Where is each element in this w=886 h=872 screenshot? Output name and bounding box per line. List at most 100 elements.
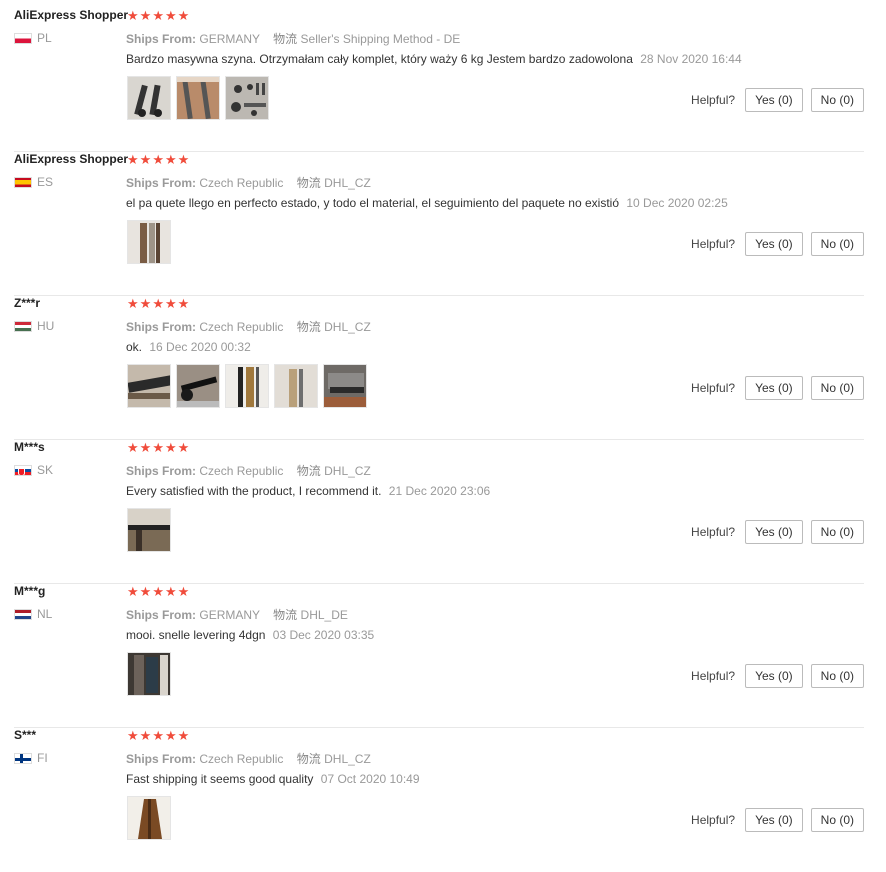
shipping-info: Ships From: Czech Republic 物流 DHL_CZ xyxy=(126,462,371,479)
review-photos xyxy=(127,652,171,696)
review-photo[interactable] xyxy=(127,508,171,552)
helpful-no-button[interactable]: No (0) xyxy=(810,520,864,544)
helpful-no-button[interactable]: No (0) xyxy=(810,664,864,688)
shipping-info: Ships From: Czech Republic 物流 DHL_CZ xyxy=(126,174,371,191)
helpful-label: Helpful? xyxy=(691,669,736,683)
reviewer-country: SK xyxy=(14,463,53,477)
helpful-vote: Helpful? Yes (0) No (0) xyxy=(691,376,864,400)
star-icon: ★ xyxy=(139,440,152,455)
star-icon: ★ xyxy=(152,8,164,23)
star-icon: ★ xyxy=(139,584,152,599)
flag-es-icon xyxy=(14,176,32,188)
review-photo[interactable] xyxy=(127,220,171,264)
helpful-vote: Helpful? Yes (0) No (0) xyxy=(691,664,864,688)
ships-from-label: Ships From: xyxy=(126,320,197,334)
ships-from-label: Ships From: xyxy=(126,32,197,46)
helpful-yes-button[interactable]: Yes (0) xyxy=(745,232,803,256)
review-date: 03 Dec 2020 03:35 xyxy=(272,628,375,642)
star-icon: ★ xyxy=(164,584,177,599)
star-icon: ★ xyxy=(177,440,190,455)
flag-pl-icon xyxy=(14,32,32,44)
review-comment: mooi. snelle levering 4dgn 03 Dec 2020 0… xyxy=(126,628,374,642)
ships-from-label: Ships From: xyxy=(126,176,197,190)
helpful-yes-button[interactable]: Yes (0) xyxy=(745,808,803,832)
logistics-value: Seller's Shipping Method - DE xyxy=(300,32,461,46)
review-photo[interactable] xyxy=(176,76,220,120)
ships-from-label: Ships From: xyxy=(126,608,197,622)
star-icon: ★ xyxy=(152,440,164,455)
helpful-yes-button[interactable]: Yes (0) xyxy=(745,520,803,544)
helpful-label: Helpful? xyxy=(691,381,736,395)
review-photo[interactable] xyxy=(127,76,171,120)
helpful-vote: Helpful? Yes (0) No (0) xyxy=(691,520,864,544)
star-icon: ★ xyxy=(127,440,139,455)
logistics-label: 物流 xyxy=(273,32,298,46)
comment-text: ok. xyxy=(126,340,143,354)
review-date: 07 Oct 2020 10:49 xyxy=(320,772,420,786)
review-photos xyxy=(127,364,367,408)
helpful-yes-button[interactable]: Yes (0) xyxy=(745,376,803,400)
reviewer-country: FI xyxy=(14,751,48,765)
logistics-label: 物流 xyxy=(273,608,298,622)
logistics-label: 物流 xyxy=(296,320,321,334)
helpful-vote: Helpful? Yes (0) No (0) xyxy=(691,808,864,832)
review-item: AliExpress Shopper PL ★ ★ ★ ★ ★ Ships From: … xyxy=(14,8,864,152)
comment-text: mooi. snelle levering 4dgn xyxy=(126,628,266,642)
review-photo[interactable] xyxy=(127,796,171,840)
helpful-vote: Helpful? Yes (0) No (0) xyxy=(691,232,864,256)
logistics-value: DHL_DE xyxy=(300,608,348,622)
shipping-info: Ships From: GERMANY 物流 Seller's Shipping… xyxy=(126,30,460,47)
star-icon: ★ xyxy=(164,728,177,743)
helpful-no-button[interactable]: No (0) xyxy=(810,232,864,256)
star-icon: ★ xyxy=(139,8,152,23)
ships-from-value: Czech Republic xyxy=(199,320,284,334)
comment-text: el pa quete llego en perfecto estado, y … xyxy=(126,196,619,210)
helpful-no-button[interactable]: No (0) xyxy=(810,376,864,400)
ships-from-value: Czech Republic xyxy=(199,176,284,190)
review-photo[interactable] xyxy=(323,364,367,408)
star-icon: ★ xyxy=(139,152,152,167)
reviewer-name: Z***r xyxy=(14,296,41,310)
helpful-yes-button[interactable]: Yes (0) xyxy=(745,664,803,688)
reviewer-name: AliExpress Shopper xyxy=(14,8,129,22)
review-photos xyxy=(127,796,171,840)
review-photo[interactable] xyxy=(176,364,220,408)
review-date: 10 Dec 2020 02:25 xyxy=(626,196,728,210)
review-photos xyxy=(127,220,171,264)
flag-sk-icon xyxy=(14,464,32,476)
helpful-label: Helpful? xyxy=(691,813,736,827)
helpful-label: Helpful? xyxy=(691,237,736,251)
review-photo[interactable] xyxy=(127,652,171,696)
logistics-value: DHL_CZ xyxy=(324,176,371,190)
country-code: NL xyxy=(37,607,53,621)
review-photo[interactable] xyxy=(274,364,318,408)
ships-from-value: GERMANY xyxy=(199,608,260,622)
star-icon: ★ xyxy=(177,584,190,599)
reviewer-country: PL xyxy=(14,31,52,45)
star-icon: ★ xyxy=(127,296,139,311)
country-code: PL xyxy=(37,31,52,45)
review-photo[interactable] xyxy=(225,76,269,120)
review-date: 16 Dec 2020 00:32 xyxy=(149,340,251,354)
review-comment: el pa quete llego en perfecto estado, y … xyxy=(126,196,728,210)
review-photo[interactable] xyxy=(225,364,269,408)
flag-fi-icon xyxy=(14,752,32,764)
review-date: 21 Dec 2020 23:06 xyxy=(388,484,491,498)
star-icon: ★ xyxy=(164,296,177,311)
helpful-no-button[interactable]: No (0) xyxy=(810,808,864,832)
helpful-yes-button[interactable]: Yes (0) xyxy=(745,88,803,112)
reviewer-country: HU xyxy=(14,319,54,333)
ships-from-value: GERMANY xyxy=(199,32,260,46)
star-icon: ★ xyxy=(139,296,152,311)
star-icon: ★ xyxy=(139,728,152,743)
ships-from-value: Czech Republic xyxy=(199,752,284,766)
helpful-no-button[interactable]: No (0) xyxy=(810,88,864,112)
ships-from-label: Ships From: xyxy=(126,464,197,478)
review-photos xyxy=(127,508,171,552)
rating-stars: ★ ★ ★ ★ ★ xyxy=(127,729,189,742)
review-photo[interactable] xyxy=(127,364,171,408)
helpful-label: Helpful? xyxy=(691,93,736,107)
logistics-value: DHL_CZ xyxy=(324,752,371,766)
review-comment: Fast shipping it seems good quality 07 O… xyxy=(126,772,420,786)
review-comment: Bardzo masywna szyna. Otrzymałam cały ko… xyxy=(126,52,742,66)
